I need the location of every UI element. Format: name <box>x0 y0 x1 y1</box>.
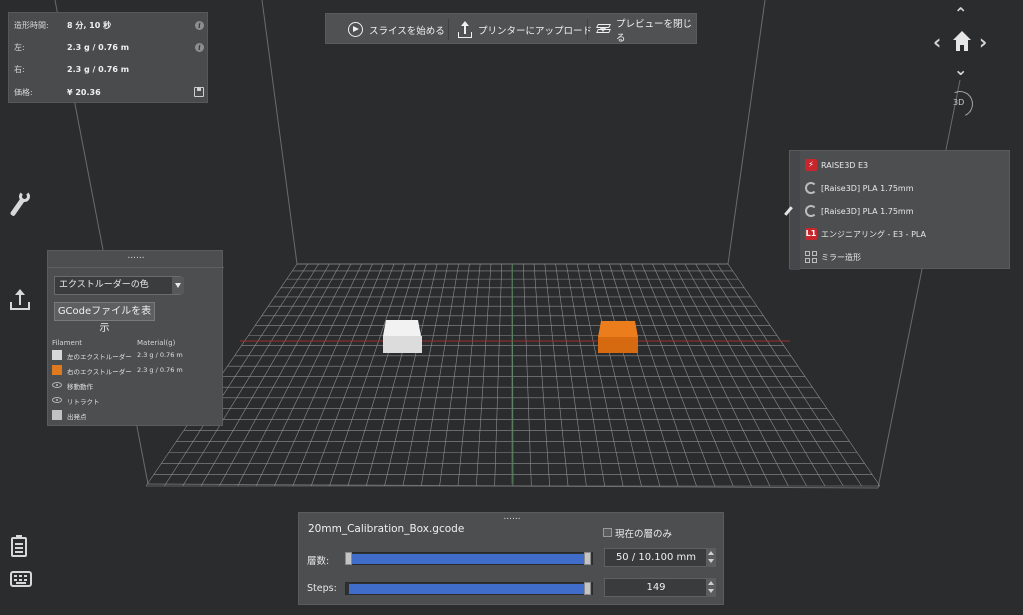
stat-label: 造形時間: <box>14 20 49 30</box>
template-badge: L1 <box>805 228 817 240</box>
stat-label: 左: <box>14 42 25 52</box>
color-scheme-panel: ...... エクストルーダーの色 GCodeファイルを表示 Filament … <box>47 250 224 426</box>
color-scheme-dropdown[interactable]: エクストルーダーの色 <box>54 276 184 295</box>
layers-value-field[interactable]: 50 / 10.100 mm <box>604 548 708 567</box>
color-swatch[interactable] <box>52 365 62 375</box>
close-preview-label: プレビューを閉じる <box>615 18 692 44</box>
material-value: 2.3 g / 0.76 m <box>137 351 183 359</box>
drag-handle[interactable]: ...... <box>299 513 725 522</box>
eye-icon[interactable] <box>52 397 62 403</box>
save-icon[interactable] <box>194 87 204 97</box>
steps-slider[interactable] <box>345 582 593 595</box>
play-icon <box>348 22 363 37</box>
steps-slider-handle[interactable] <box>584 582 591 595</box>
layers-slider-max-handle[interactable] <box>584 552 591 565</box>
color-scheme-value: エクストルーダーの色 <box>59 280 149 290</box>
mirror-mode-icon <box>805 251 817 263</box>
stat-label: 価格: <box>14 87 33 97</box>
list-item[interactable]: 左のエクストルーダー 2.3 g / 0.76 m <box>52 349 222 364</box>
current-layer-only-checkbox[interactable] <box>603 528 612 537</box>
keyboard-icon[interactable] <box>10 571 32 587</box>
list-item[interactable]: リトラクト <box>52 394 222 409</box>
stat-label: 右: <box>14 64 25 74</box>
layers-stepper[interactable] <box>706 548 716 567</box>
clipboard-icon[interactable] <box>11 535 27 557</box>
steps-label: Steps: <box>307 583 337 594</box>
gcode-filename: 20mm_Calibration_Box.gcode <box>308 523 465 535</box>
steps-value-field[interactable]: 149 <box>604 578 708 597</box>
material-header: Material(g) <box>137 339 176 347</box>
list-item[interactable]: 移動動作 <box>52 379 222 394</box>
drag-handle[interactable]: ...... <box>48 251 224 268</box>
layers-slider[interactable] <box>345 552 593 565</box>
left-filament-name: [Raise3D] PLA 1.75mm <box>821 183 914 193</box>
white-part[interactable] <box>383 320 422 353</box>
chevron-left-icon[interactable]: ‹ <box>933 30 941 54</box>
mode-name: ミラー造形 <box>821 252 861 262</box>
upload-icon[interactable] <box>10 288 30 310</box>
orange-part[interactable] <box>598 321 638 353</box>
right-filament-profile[interactable]: [Raise3D] PLA 1.75mm <box>784 200 1011 222</box>
stat-row-right: 右: 2.3 g / 0.76 m <box>9 58 209 80</box>
print-stats-panel: 造形時間: 8 分, 10 秒 i 左: 2.3 g / 0.76 m i 右:… <box>8 12 208 103</box>
stat-row-time: 造形時間: 8 分, 10 秒 i <box>9 14 209 36</box>
upload-to-printer-button[interactable]: プリンターにアップロード <box>458 14 608 45</box>
filament-name: リトラクト <box>67 398 100 406</box>
filament-name: 出発点 <box>67 413 87 421</box>
layers-label: 層数: <box>307 556 330 567</box>
close-preview-button[interactable]: プレビューを閉じる <box>596 14 696 45</box>
stat-row-left: 左: 2.3 g / 0.76 m i <box>9 36 209 58</box>
mode-profile[interactable]: ミラー造形 <box>790 246 1011 268</box>
info-icon[interactable]: i <box>195 42 204 52</box>
stat-value: 2.3 g / 0.76 m <box>67 64 130 74</box>
filament-left-icon <box>805 182 817 194</box>
chevron-down-icon[interactable] <box>172 277 184 294</box>
printer-name: RAISE3D E3 <box>821 160 869 170</box>
info-icon[interactable]: i <box>195 20 204 30</box>
list-item[interactable]: 出発点 <box>52 409 222 424</box>
show-gcode-button[interactable]: GCodeファイルを表示 <box>54 302 155 334</box>
eye-icon[interactable] <box>52 382 62 388</box>
filament-right-icon <box>805 205 817 217</box>
profiles-panel: ⚡ RAISE3D E3 [Raise3D] PLA 1.75mm [Raise… <box>784 150 1011 270</box>
start-slice-label: スライスを始める <box>369 25 445 37</box>
chevron-right-icon[interactable]: › <box>979 30 987 54</box>
current-layer-only-label: 現在の層のみ <box>615 529 673 540</box>
chevron-down-icon[interactable]: ⌄ <box>954 60 967 79</box>
wrench-icon[interactable] <box>9 191 31 219</box>
material-value: 2.3 g / 0.76 m <box>137 366 183 374</box>
color-swatch[interactable] <box>52 350 62 360</box>
filament-name: 右のエクストルーダー <box>67 368 132 376</box>
list-item[interactable]: 右のエクストルーダー 2.3 g / 0.76 m <box>52 364 222 379</box>
filament-header: Filament <box>52 339 83 347</box>
stat-value: 2.3 g / 0.76 m <box>67 42 130 52</box>
layer-preview-panel: ...... 20mm_Calibration_Box.gcode 現在の層のみ… <box>298 512 724 605</box>
upload-icon <box>458 20 472 38</box>
filament-name: 移動動作 <box>67 383 93 391</box>
template-name: エンジニアリング - E3 - PLA <box>821 229 927 239</box>
template-profile[interactable]: L1 エンジニアリング - E3 - PLA <box>790 223 1011 245</box>
printer-profile[interactable]: ⚡ RAISE3D E3 <box>790 154 1011 176</box>
filament-name: 左のエクストルーダー <box>67 353 132 361</box>
stat-row-price: 価格: ¥ 20.36 <box>9 81 209 103</box>
steps-stepper[interactable] <box>706 578 716 597</box>
top-toolbar: スライスを始める プリンターにアップロード プレビューを閉じる <box>325 13 697 44</box>
home-icon[interactable] <box>953 31 971 53</box>
lightning-icon: ⚡ <box>805 159 817 171</box>
chevron-up-icon[interactable]: ⌃ <box>954 4 967 23</box>
upload-label: プリンターにアップロード <box>478 25 593 37</box>
start-slice-button[interactable]: スライスを始める <box>348 14 445 45</box>
stat-value: 8 分, 10 秒 <box>67 20 112 30</box>
right-filament-name: [Raise3D] PLA 1.75mm <box>821 206 914 216</box>
stat-value: ¥ 20.36 <box>67 87 101 97</box>
left-filament-profile[interactable]: [Raise3D] PLA 1.75mm <box>790 177 1011 199</box>
color-swatch[interactable] <box>52 410 62 420</box>
layers-slider-min-handle[interactable] <box>345 552 352 565</box>
view-3d-label: 3D <box>953 98 965 107</box>
layers-icon <box>596 23 611 37</box>
